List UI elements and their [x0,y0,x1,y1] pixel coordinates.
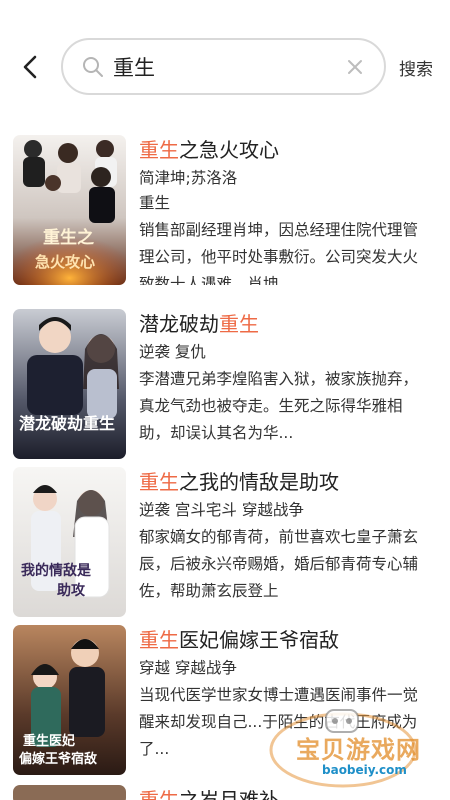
cover-title: 重生之 [43,227,94,248]
item-description: 郁家嫡女的郁青荷，前世喜欢七皇子萧玄辰，后被永兴帝赐婚，婚后郁青荷专心辅佐，帮助… [139,528,419,600]
cover-title: 我的情敌是 [21,562,92,579]
back-button[interactable] [14,50,48,84]
list-item[interactable]: 潜龙破劫重生 潜龙破劫重生 逆袭 复仇 李潜遭兄弟李煌陷害入狱，被家族抛弃，真龙… [0,309,450,459]
item-title[interactable]: 重生之我的情敌是助攻 [139,467,429,497]
item-tags: 穿越 穿越战争 [139,659,237,677]
cover-image[interactable]: 我的情敌是 助攻 [13,467,126,617]
item-tags: 逆袭 宫斗宅斗 穿越战争 [139,501,304,519]
search-icon [83,57,103,77]
item-description: 销售部副经理肖坤，因总经理住院代理管理公司，他平时处事敷衍。公司突发大火致数十人… [139,221,419,285]
cover-image[interactable]: 重生医妃 偏嫁王爷宿敌 [13,625,126,775]
chevron-left-icon [23,55,37,79]
watermark-text: 宝贝游戏网 [296,736,421,764]
clear-icon[interactable] [346,58,364,76]
item-tags: 重生 [139,194,171,212]
item-title[interactable]: 重生之急火攻心 [139,135,429,165]
item-info: 重生之急火攻心 简津坤;苏洛洛 重生 销售部副经理肖坤，因总经理住院代理管理公司… [139,135,429,285]
search-button[interactable]: 搜索 [399,55,433,80]
item-info: 潜龙破劫重生 逆袭 复仇 李潜遭兄弟李煌陷害入狱，被家族抛弃，真龙气劲也被夺走。… [139,309,429,459]
search-box[interactable] [61,38,386,95]
svg-text:偏嫁王爷宿敌: 偏嫁王爷宿敌 [19,751,97,767]
item-title[interactable]: 潜龙破劫重生 [139,309,429,339]
cover-title: 潜龙破劫重生 [19,414,115,433]
list-item[interactable]: 我的情敌是 助攻 重生之我的情敌是助攻 逆袭 宫斗宅斗 穿越战争 郁家嫡女的郁青… [0,467,450,617]
search-header: 搜索 [0,0,450,132]
cover-image[interactable] [13,785,126,800]
item-info: 重生之我的情敌是助攻 逆袭 宫斗宅斗 穿越战争 郁家嫡女的郁青荷，前世喜欢七皇子… [139,467,429,617]
svg-text:助攻: 助攻 [57,582,86,599]
cover-image[interactable]: 重生之 急火攻心 [13,135,126,285]
cover-image[interactable]: 潜龙破劫重生 [13,309,126,459]
item-tags: 逆袭 复仇 [139,343,206,361]
search-input[interactable] [113,50,335,84]
cover-title: 重生医妃 [23,733,75,749]
watermark-url: baobeiy.com [322,763,407,777]
item-description: 李潜遭兄弟李煌陷害入狱，被家族抛弃，真龙气劲也被夺走。生死之际得华雅相助，却误认… [139,370,419,442]
svg-text:急火攻心: 急火攻心 [35,253,95,271]
item-authors: 简津坤;苏洛洛 [139,169,238,187]
list-item[interactable]: 重生之 急火攻心 重生之急火攻心 简津坤;苏洛洛 重生 销售部副经理肖坤，因总经… [0,135,450,285]
item-title[interactable]: 重生医妃偏嫁王爷宿敌 [139,625,429,655]
